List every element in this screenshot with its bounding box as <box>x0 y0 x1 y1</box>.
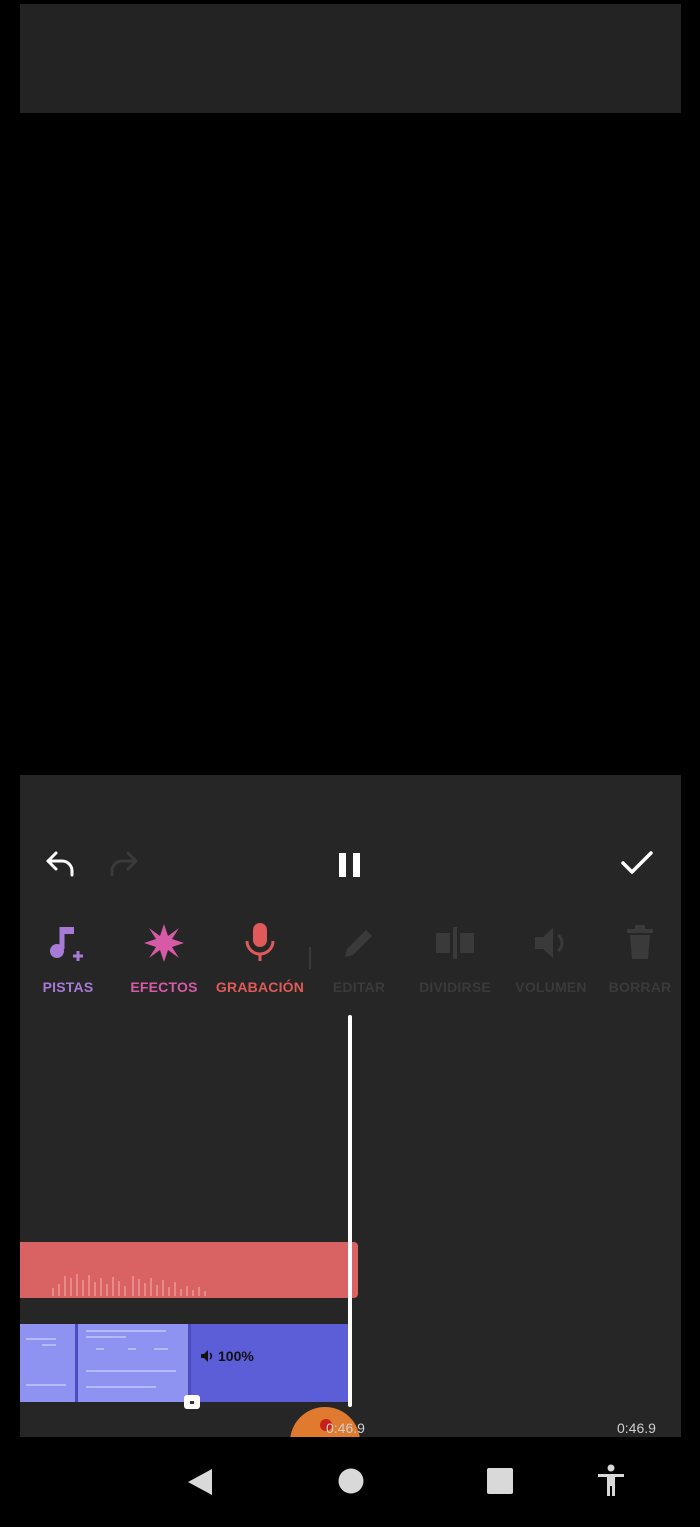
tool-label: EFECTOS <box>130 979 198 995</box>
burst-icon <box>144 924 184 962</box>
redo-icon <box>110 851 138 877</box>
video-volume-label: 100% <box>218 1348 254 1364</box>
volume-icon <box>201 1350 213 1362</box>
video-thumbnail <box>78 1324 191 1402</box>
tool-pistas[interactable]: PISTAS <box>20 919 116 995</box>
video-preview <box>20 113 681 775</box>
top-preview-bar <box>20 4 681 113</box>
undo-button[interactable] <box>44 849 76 879</box>
trim-handle[interactable] <box>184 1395 200 1409</box>
pencil-icon <box>345 930 372 957</box>
trash-icon <box>627 925 653 959</box>
redo-button[interactable] <box>108 849 140 879</box>
pause-button[interactable] <box>337 851 363 879</box>
system-navigation-bar <box>0 1437 700 1527</box>
tool-borrar[interactable]: BORRAR <box>599 919 681 995</box>
music-add-icon <box>50 927 83 961</box>
tool-grabacion[interactable]: GRABACIÓN <box>212 919 308 995</box>
audio-waveform <box>52 1274 206 1296</box>
split-icon <box>436 927 474 959</box>
tool-volumen[interactable]: VOLUMEN <box>503 919 599 995</box>
tool-label: DIVIDIRSE <box>419 979 491 995</box>
microphone-icon <box>245 923 275 961</box>
undo-icon <box>46 851 74 877</box>
tool-label: PISTAS <box>42 979 94 995</box>
tool-label: GRABACIÓN <box>215 979 305 995</box>
tool-editar[interactable]: EDITAR <box>311 919 407 995</box>
check-icon <box>621 851 653 874</box>
current-time: 0:46.9 <box>326 1420 365 1436</box>
volume-icon <box>535 928 564 958</box>
tool-dividirse[interactable]: DIVIDIRSE <box>407 919 503 995</box>
tool-efectos[interactable]: EFECTOS <box>116 919 212 995</box>
confirm-button[interactable] <box>620 849 654 877</box>
accessibility-icon[interactable] <box>596 1464 626 1498</box>
back-triangle-icon[interactable] <box>186 1467 214 1497</box>
recents-square-icon[interactable] <box>486 1467 514 1495</box>
tool-label: EDITAR <box>332 979 386 995</box>
video-track[interactable]: 100% <box>20 1324 350 1402</box>
video-volume-indicator: 100% <box>200 1348 254 1364</box>
tool-label: VOLUMEN <box>515 979 587 995</box>
home-circle-icon[interactable] <box>337 1467 365 1495</box>
tool-label: BORRAR <box>608 979 672 995</box>
audio-track[interactable] <box>20 1242 358 1298</box>
pause-icon <box>339 853 360 877</box>
editor-panel: PISTAS EFECTOS GRABACIÓN EDITAR DIVIDIRS… <box>20 775 681 1437</box>
playhead[interactable] <box>348 1015 352 1407</box>
video-thumbnail <box>20 1324 78 1402</box>
total-time: 0:46.9 <box>617 1420 656 1436</box>
